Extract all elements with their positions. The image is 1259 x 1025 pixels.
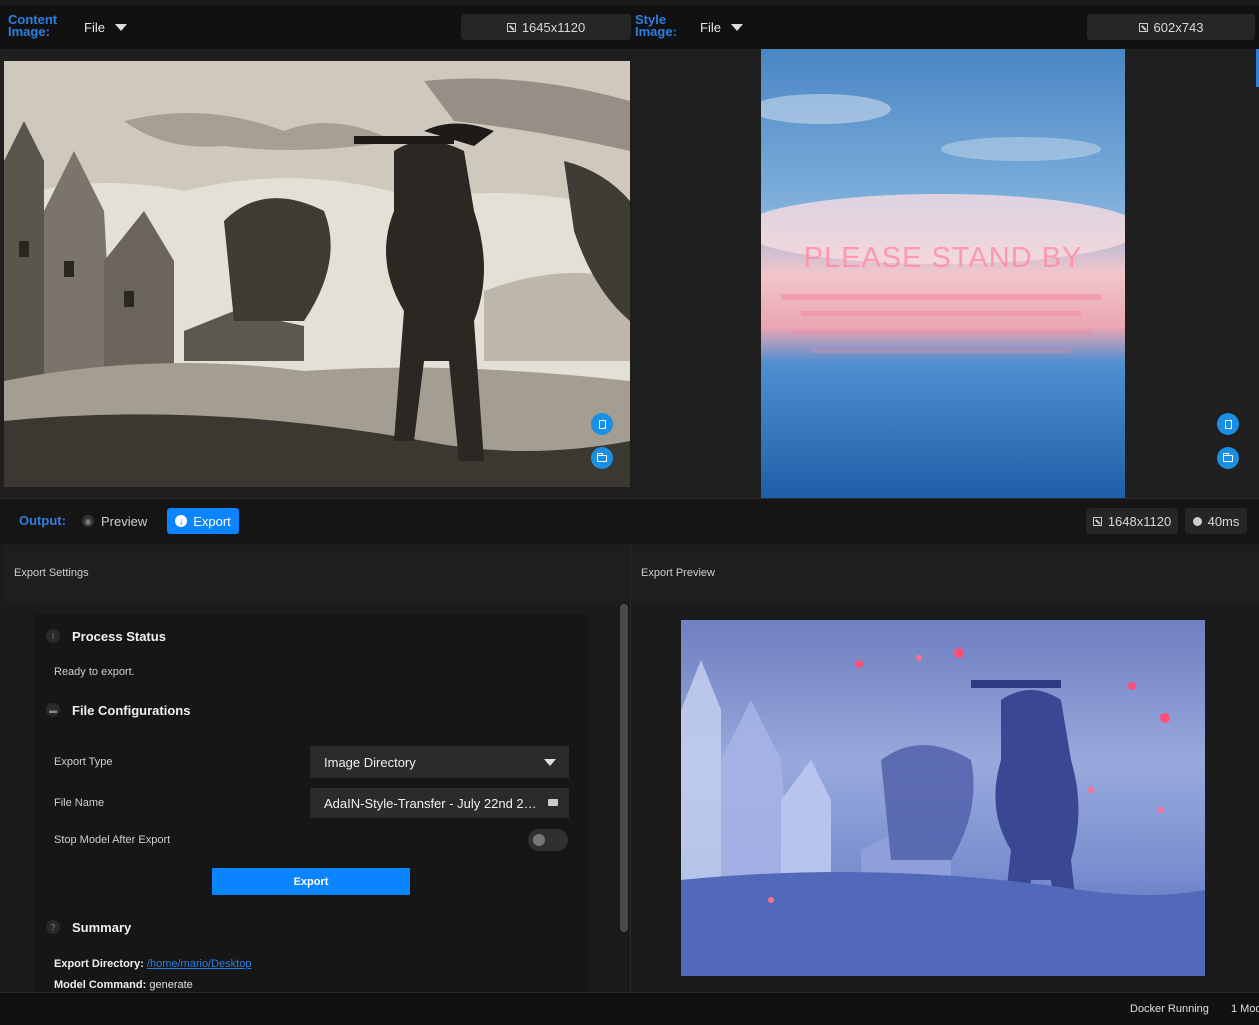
export-tab-label: Export [193, 513, 231, 529]
content-source-label: File [84, 20, 105, 35]
output-time: 40ms [1185, 508, 1247, 534]
folder-icon [1222, 452, 1233, 462]
content-image[interactable] [4, 61, 630, 487]
style-image[interactable]: PLEASE STAND BY [761, 49, 1125, 498]
model-command-label: Model Command: [54, 979, 147, 991]
export-settings-title: Export Settings [14, 567, 89, 579]
export-type-label: Export Type [54, 756, 113, 768]
process-status-title: Process Status [72, 629, 166, 644]
model-command-row: Model Command: generate [54, 979, 193, 991]
download-icon: ↓ [175, 515, 188, 527]
export-button[interactable]: Export [212, 868, 410, 895]
style-dimensions-text: 602x743 [1153, 19, 1204, 35]
style-open-file-button[interactable] [1217, 413, 1239, 435]
model-command-value: generate [149, 979, 193, 991]
chevron-down-icon [544, 759, 556, 766]
chevron-down-icon [730, 24, 743, 31]
output-dimensions: 1648x1120 [1086, 508, 1178, 534]
preview-tab-label: Preview [101, 513, 148, 529]
resize-icon [1138, 22, 1148, 32]
folder-icon [596, 452, 607, 462]
stop-model-label: Stop Model After Export [54, 834, 171, 846]
output-label: Output: [19, 513, 66, 528]
style-artwork-text: PLEASE STAND BY [803, 242, 1083, 274]
export-type-value: Image Directory [324, 754, 416, 770]
models-status: 1 Mod [1231, 1003, 1259, 1015]
export-preview-header: Export Preview [630, 545, 1259, 603]
content-dimensions-text: 1645x1120 [521, 19, 586, 35]
engraving-artwork [4, 61, 630, 487]
eye-icon: ◉ [82, 515, 94, 527]
output-dimensions-text: 1648x1120 [1107, 513, 1172, 529]
clock-icon [1192, 516, 1202, 526]
folder-icon: ▬ [46, 703, 60, 717]
folder-icon[interactable] [548, 799, 558, 806]
style-source-dropdown[interactable]: File [700, 20, 743, 35]
style-open-folder-button[interactable] [1217, 447, 1239, 469]
stylized-output-artwork [681, 620, 1205, 976]
resize-icon [506, 22, 516, 32]
file-name-label: File Name [54, 797, 105, 809]
content-image-label: Content Image: [8, 12, 58, 39]
file-name-value: AdaIN-Style-Transfer - July 22nd 2… [324, 795, 537, 811]
file-icon [598, 419, 606, 429]
output-time-text: 40ms [1207, 513, 1240, 529]
docker-status: Docker Running [1130, 1003, 1209, 1015]
content-dimensions: 1645x1120 [461, 14, 631, 40]
export-preview-title: Export Preview [641, 567, 715, 579]
content-open-file-button[interactable] [591, 413, 613, 435]
chevron-down-icon [114, 24, 127, 31]
export-type-select[interactable]: Image Directory [310, 746, 569, 778]
export-tab[interactable]: ↓ Export [167, 508, 239, 534]
export-directory-link[interactable]: /home/mario/Desktop [147, 958, 252, 970]
summary-title: Summary [72, 920, 132, 935]
stop-model-toggle[interactable] [528, 829, 568, 851]
info-icon: i [46, 629, 60, 643]
file-icon [1224, 419, 1232, 429]
style-image-label: Style Image: [635, 12, 677, 39]
export-directory-label: Export Directory: [54, 958, 144, 970]
settings-scrollbar[interactable] [620, 604, 628, 932]
style-dimensions: 602x743 [1087, 14, 1255, 40]
resize-icon [1092, 516, 1102, 526]
preview-tab[interactable]: ◉ Preview [82, 512, 147, 530]
file-configurations-title: File Configurations [72, 703, 191, 718]
export-preview-image[interactable] [681, 620, 1205, 976]
content-source-dropdown[interactable]: File [84, 20, 127, 35]
toggle-knob [533, 834, 545, 846]
content-open-folder-button[interactable] [591, 447, 613, 469]
export-settings-header: Export Settings [4, 545, 629, 603]
status-bar: Docker Running 1 Mod [0, 992, 1259, 1025]
process-status-message: Ready to export. [54, 666, 135, 678]
help-icon: ? [46, 920, 60, 934]
file-name-field[interactable]: AdaIN-Style-Transfer - July 22nd 2… [310, 788, 569, 818]
style-source-label: File [700, 20, 721, 35]
export-directory-row: Export Directory: /home/mario/Desktop [54, 958, 251, 970]
